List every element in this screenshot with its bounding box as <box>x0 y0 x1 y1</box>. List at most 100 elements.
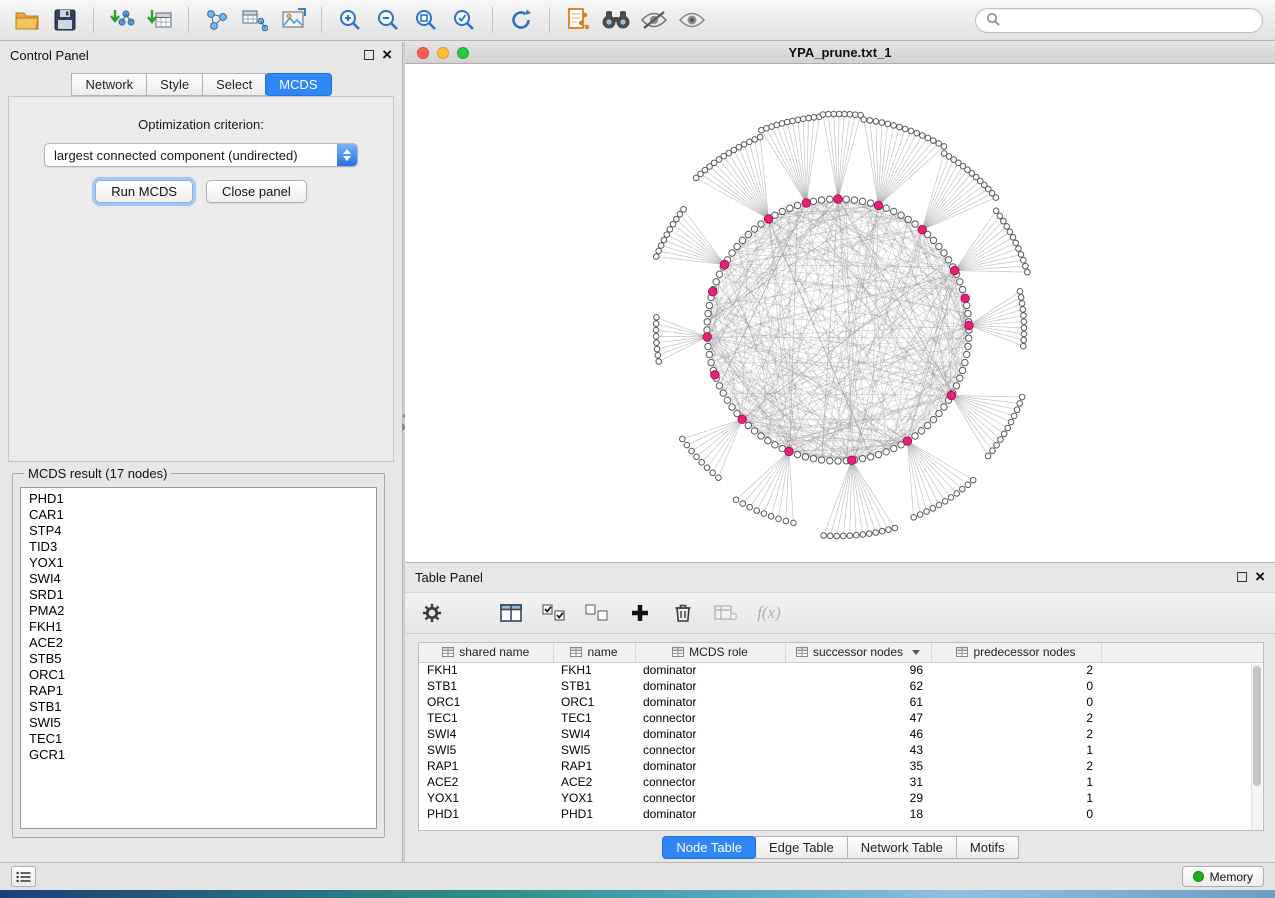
delete-table-icon[interactable] <box>713 601 739 625</box>
mcds-result-item[interactable]: STB1 <box>21 699 376 715</box>
table-cell: 29 <box>785 790 931 806</box>
column-header-mcds-role[interactable]: MCDS role <box>635 643 785 662</box>
binoculars-icon[interactable] <box>601 6 631 34</box>
table-cell-filler <box>1101 662 1264 678</box>
control-panel-title: Control Panel <box>10 48 89 63</box>
export-image-icon[interactable] <box>278 6 308 34</box>
zoom-fit-icon[interactable] <box>411 6 441 34</box>
mcds-result-item[interactable]: FKH1 <box>21 619 376 635</box>
scrollbar-thumb[interactable] <box>1253 666 1261 786</box>
column-header-name[interactable]: name <box>553 643 635 662</box>
table-cell: ORC1 <box>553 694 635 710</box>
tab-node-table[interactable]: Node Table <box>662 836 756 859</box>
mcds-result-title: MCDS result (17 nodes) <box>24 466 171 481</box>
mcds-result-item[interactable]: YOX1 <box>21 555 376 571</box>
function-builder-icon[interactable]: f(x) <box>756 601 782 625</box>
tab-select[interactable]: Select <box>202 73 266 96</box>
mcds-result-item[interactable]: SWI5 <box>21 715 376 731</box>
network-titlebar[interactable]: YPA_prune.txt_1 <box>405 42 1275 64</box>
mcds-result-item[interactable]: STB5 <box>21 651 376 667</box>
close-table-panel-icon[interactable]: × <box>1255 572 1265 582</box>
mcds-result-item[interactable]: PHD1 <box>21 491 376 507</box>
table-cell: 1 <box>931 774 1101 790</box>
close-window-icon[interactable] <box>417 47 429 59</box>
column-header-successor-nodes[interactable]: successor nodes <box>785 643 931 662</box>
tab-network-table[interactable]: Network Table <box>847 836 957 859</box>
select-all-rows-icon[interactable] <box>541 601 567 625</box>
show-columns-icon[interactable] <box>498 601 524 625</box>
open-folder-icon[interactable] <box>12 6 42 34</box>
search-icon <box>986 12 1000 29</box>
deselect-all-rows-icon[interactable] <box>584 601 610 625</box>
dropdown-stepper-icon <box>337 144 357 166</box>
show-all-icon[interactable] <box>677 6 707 34</box>
table-row[interactable]: ACE2ACE2connector311 <box>419 774 1264 790</box>
mcds-result-item[interactable]: CAR1 <box>21 507 376 523</box>
zoom-selected-icon[interactable] <box>449 6 479 34</box>
maximize-window-icon[interactable] <box>457 47 469 59</box>
table-row[interactable]: SWI5SWI5connector431 <box>419 742 1264 758</box>
add-column-icon[interactable] <box>627 601 653 625</box>
export-document-icon[interactable] <box>563 6 593 34</box>
table-row[interactable]: YOX1YOX1connector291 <box>419 790 1264 806</box>
run-mcds-button[interactable]: Run MCDS <box>95 180 193 203</box>
table-row[interactable]: PHD1PHD1dominator180 <box>419 806 1264 822</box>
hide-selected-icon[interactable] <box>639 6 669 34</box>
mcds-result-item[interactable]: STP4 <box>21 523 376 539</box>
tab-mcds[interactable]: MCDS <box>265 73 331 96</box>
control-panel-header: Control Panel × <box>0 42 402 68</box>
control-panel-tabs: Network Style Select MCDS <box>0 73 402 96</box>
table-cell: dominator <box>635 662 785 678</box>
close-panel-button[interactable]: Close panel <box>206 180 307 203</box>
float-table-panel-icon[interactable] <box>1237 572 1247 582</box>
minimize-window-icon[interactable] <box>437 47 449 59</box>
table-row[interactable]: STB1STB1dominator620 <box>419 678 1264 694</box>
mcds-result-item[interactable]: GCR1 <box>21 747 376 763</box>
mcds-result-item[interactable]: SWI4 <box>21 571 376 587</box>
zoom-out-icon[interactable] <box>373 6 403 34</box>
tab-style[interactable]: Style <box>146 73 203 96</box>
new-network-icon[interactable] <box>202 6 232 34</box>
table-cell: 62 <box>785 678 931 694</box>
table-row[interactable]: RAP1RAP1dominator352 <box>419 758 1264 774</box>
table-settings-gear-icon[interactable] <box>419 601 445 625</box>
table-cell: STB1 <box>553 678 635 694</box>
column-header-shared-name[interactable]: shared name <box>419 643 553 662</box>
mcds-result-item[interactable]: TID3 <box>21 539 376 555</box>
mcds-result-item[interactable]: TEC1 <box>21 731 376 747</box>
mcds-result-item[interactable]: RAP1 <box>21 683 376 699</box>
table-scrollbar[interactable] <box>1251 664 1262 830</box>
import-network-file-icon[interactable] <box>107 6 137 34</box>
import-table-file-icon[interactable] <box>145 6 175 34</box>
table-toolbar: f(x) <box>405 592 1275 634</box>
table-row[interactable]: SWI4SWI4dominator462 <box>419 726 1264 742</box>
mcds-result-item[interactable]: PMA2 <box>21 603 376 619</box>
column-header-predecessor-nodes[interactable]: predecessor nodes <box>931 643 1101 662</box>
memory-button[interactable]: Memory <box>1182 866 1264 887</box>
task-history-button[interactable] <box>11 866 36 887</box>
mcds-result-item[interactable]: ACE2 <box>21 635 376 651</box>
desktop-background <box>0 890 1275 898</box>
tab-network[interactable]: Network <box>71 73 147 96</box>
mcds-result-list[interactable]: PHD1CAR1STP4TID3YOX1SWI4SRD1PMA2FKH1ACE2… <box>20 487 377 829</box>
float-panel-icon[interactable] <box>364 50 374 60</box>
mcds-result-item[interactable]: ORC1 <box>21 667 376 683</box>
optimization-criterion-dropdown[interactable]: largest connected component (undirected) <box>44 143 358 167</box>
toolbar-separator <box>188 7 189 33</box>
table-row[interactable]: ORC1ORC1dominator610 <box>419 694 1264 710</box>
tab-motifs[interactable]: Motifs <box>956 836 1019 859</box>
table-row[interactable]: FKH1FKH1dominator962 <box>419 662 1264 678</box>
network-canvas[interactable] <box>405 64 1275 563</box>
mcds-result-item[interactable]: SRD1 <box>21 587 376 603</box>
delete-column-icon[interactable] <box>670 601 696 625</box>
refresh-icon[interactable] <box>506 6 536 34</box>
close-panel-icon[interactable]: × <box>382 50 392 60</box>
network-view[interactable] <box>405 64 1275 563</box>
search-input[interactable] <box>1006 13 1252 28</box>
table-cell-filler <box>1101 742 1264 758</box>
table-row[interactable]: TEC1TEC1connector472 <box>419 710 1264 726</box>
save-icon[interactable] <box>50 6 80 34</box>
zoom-in-icon[interactable] <box>335 6 365 34</box>
network-from-table-icon[interactable] <box>240 6 270 34</box>
tab-edge-table[interactable]: Edge Table <box>755 836 848 859</box>
